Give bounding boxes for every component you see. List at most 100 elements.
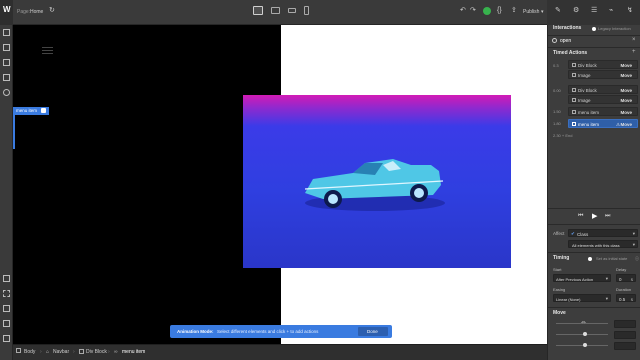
divider — [548, 224, 640, 225]
action-item-selected[interactable]: menu item ⚠ Move — [568, 119, 638, 128]
action-type: Move — [620, 121, 632, 127]
affect-value: Class — [577, 231, 589, 237]
action-time: 0.00 — [553, 88, 561, 93]
move-y-slider[interactable] — [556, 334, 608, 335]
export-icon[interactable]: ⇪ — [511, 7, 517, 14]
chevron-down-icon: ▾ — [605, 276, 608, 281]
publish-button[interactable]: Publish — [523, 9, 539, 15]
navigator-icon[interactable] — [3, 44, 10, 51]
action-item[interactable]: menu item Move — [568, 107, 638, 116]
divider — [548, 307, 640, 308]
animation-mode-bar: Animation Mode: Select different element… — [170, 325, 392, 338]
rewind-icon[interactable]: ⏮ — [578, 213, 583, 220]
refresh-icon[interactable]: ↻ — [49, 7, 55, 14]
play-icon[interactable]: ▶ — [592, 212, 597, 220]
trigger-name[interactable]: open — [560, 38, 571, 44]
breadcrumb-item-div-block[interactable]: Div Block — [86, 349, 107, 355]
mobile-landscape-icon[interactable] — [288, 8, 296, 13]
pages-icon[interactable] — [3, 59, 10, 66]
page-selector[interactable]: Home — [30, 9, 43, 15]
slider-knob[interactable] — [583, 343, 587, 347]
divider — [548, 252, 640, 253]
affect-scope-value: All elements with this class — [572, 242, 620, 248]
canvas-dark-section[interactable]: menu item — [13, 25, 281, 344]
move-z-slider[interactable] — [556, 345, 608, 346]
info-icon[interactable]: ⓘ — [635, 256, 639, 262]
mobile-portrait-icon[interactable] — [304, 6, 309, 15]
move-y-input[interactable] — [614, 331, 636, 339]
action-item[interactable]: Div Block Move — [568, 60, 638, 69]
interactions-icon[interactable]: ⌁ — [609, 7, 613, 14]
affect-scope-select[interactable]: All elements with this class ▾ — [568, 240, 638, 248]
duration-input[interactable]: 0.5 s — [616, 294, 636, 302]
settings-icon[interactable] — [3, 335, 10, 342]
top-toolbar: W Page: Home ↻ ↶ ↷ {} ⇪ Publish ▾ ✎ ⚙ ☰ … — [0, 0, 640, 25]
layers-icon[interactable]: ☰ — [591, 7, 597, 14]
cms-icon[interactable] — [3, 74, 10, 81]
slider-knob[interactable] — [583, 332, 587, 336]
grid-icon[interactable] — [3, 305, 10, 312]
lightning-icon[interactable]: ↯ — [627, 7, 633, 14]
timing-title: Timing — [553, 255, 570, 261]
redo-icon[interactable]: ↷ — [470, 7, 476, 14]
action-time: 1.80 — [553, 121, 561, 126]
breadcrumb-item-menu-item[interactable]: menu item — [122, 349, 145, 355]
move-x-input[interactable] — [614, 320, 636, 328]
assets-icon[interactable] — [3, 89, 10, 96]
action-type: Move — [620, 72, 632, 78]
tablet-view-icon[interactable] — [271, 7, 280, 14]
close-icon[interactable]: × — [632, 37, 636, 43]
chevron-down-icon[interactable]: ▾ — [541, 9, 544, 15]
selected-element-label: menu item — [16, 108, 38, 113]
desktop-view-icon[interactable] — [253, 6, 263, 15]
breadcrumb-item-navbar[interactable]: Navbar — [53, 349, 69, 355]
action-type: Move — [620, 109, 632, 115]
chevron-down-icon: ▾ — [632, 231, 635, 236]
logo-area: W — [0, 0, 13, 25]
fast-forward-icon[interactable]: ⏭ — [605, 213, 610, 220]
add-action-icon[interactable]: + — [632, 49, 636, 55]
image-icon — [572, 98, 576, 102]
action-target: menu item — [578, 109, 600, 115]
timeline-end[interactable]: 2.30 + End — [553, 133, 572, 138]
affect-select[interactable]: ✔ Class ▾ — [568, 229, 638, 237]
initial-state-toggle-icon[interactable] — [588, 257, 592, 261]
done-button-label: Done — [367, 329, 378, 334]
delay-unit: s — [630, 276, 633, 282]
easing-value: Linear (None) — [556, 296, 581, 302]
move-title: Move — [553, 310, 566, 316]
action-target: menu item — [578, 121, 600, 127]
code-icon[interactable]: {} — [497, 7, 502, 14]
drag-handle-icon[interactable]: ⇔ — [580, 319, 587, 326]
help-icon[interactable] — [3, 320, 10, 327]
hamburger-menu-icon[interactable] — [42, 47, 53, 48]
webflow-logo-icon[interactable]: W — [3, 6, 11, 14]
action-item[interactable]: Image Move — [568, 70, 638, 79]
selected-element-tag[interactable]: menu item — [13, 107, 50, 115]
easing-select[interactable]: Linear (None) ▾ — [553, 294, 611, 302]
animation-mode-message: Select different elements and click + to… — [217, 329, 319, 334]
select-tool-icon[interactable] — [3, 275, 10, 282]
move-z-input[interactable] — [614, 342, 636, 350]
element-settings-icon[interactable] — [41, 108, 47, 114]
action-item[interactable]: Div Block Move — [568, 85, 638, 94]
car-photo[interactable] — [243, 95, 511, 268]
delay-input[interactable]: 0 s — [616, 274, 636, 282]
start-select[interactable]: After Previous Action ▾ — [553, 274, 611, 282]
easing-label: Easing — [553, 287, 566, 292]
undo-icon[interactable]: ↶ — [460, 7, 466, 14]
legacy-toggle-icon[interactable] — [592, 27, 596, 31]
animation-mode-title: Animation Mode: — [177, 329, 214, 334]
action-item[interactable]: Image Move — [568, 95, 638, 104]
guides-icon[interactable] — [3, 290, 10, 297]
done-button[interactable]: Done — [358, 327, 388, 336]
add-element-icon[interactable] — [3, 29, 10, 36]
div-block-icon — [79, 349, 84, 354]
breadcrumb-item-body[interactable]: Body — [24, 349, 35, 355]
brush-icon[interactable]: ✎ — [555, 7, 561, 14]
initial-state-label[interactable]: Set as initial state — [596, 256, 627, 261]
divider — [548, 35, 640, 36]
gear-icon[interactable]: ⚙ — [573, 7, 579, 14]
legacy-interaction-label[interactable]: Legacy Interaction — [598, 26, 631, 31]
duration-value: 0.5 — [619, 296, 626, 302]
